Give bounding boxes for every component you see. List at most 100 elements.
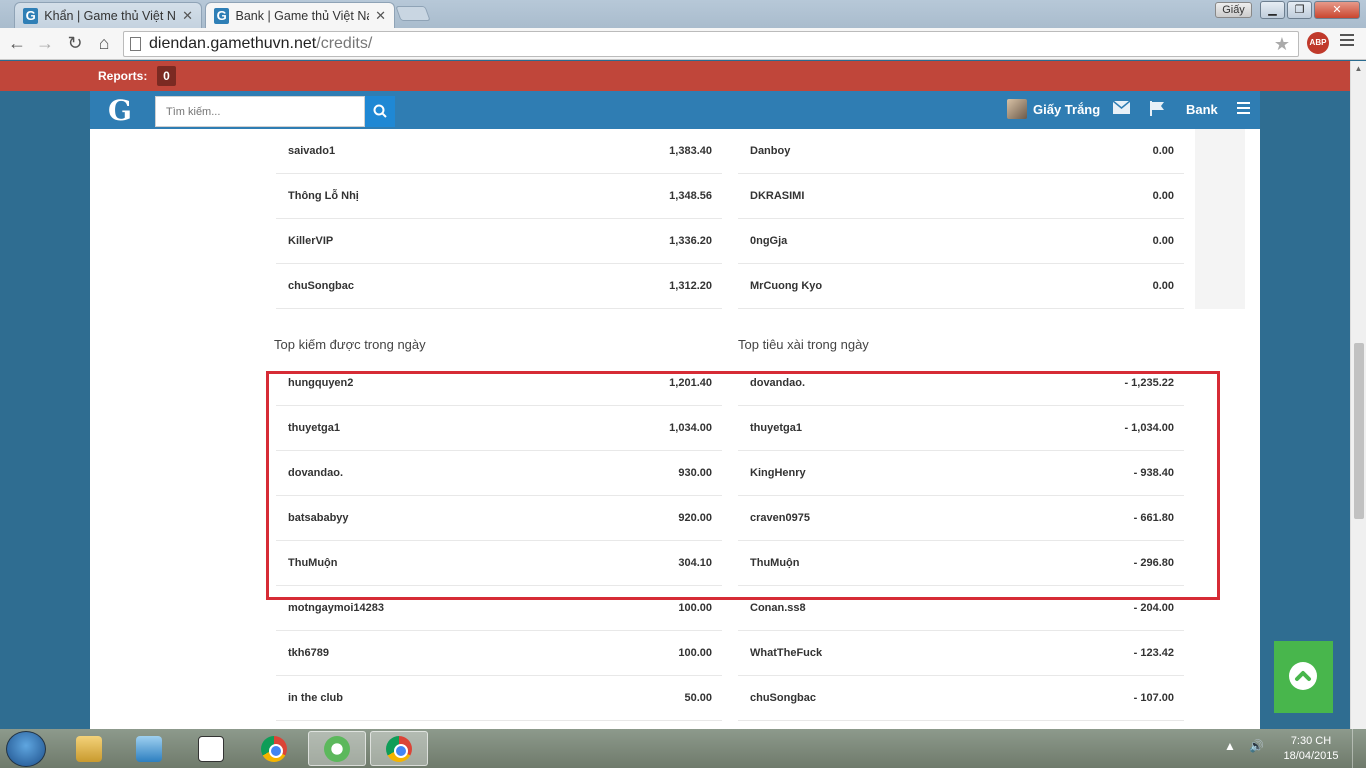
browser-toolbar: ← → ↻ ⌂ diendan.gamethuvn.net/credits/ ★…	[0, 28, 1366, 60]
media-player-icon	[136, 735, 162, 762]
top-list-left: saivado1 1,383.40 Thông Lỗ Nhị 1,348.56 Ki…	[276, 129, 722, 309]
site-logo[interactable]: G	[108, 94, 132, 127]
reload-icon[interactable]: ↻	[64, 32, 86, 54]
member-name[interactable]: 0ngGja	[750, 235, 787, 247]
browser-titlebar: G Khẩn | Game thủ Việt Nam ✕ G Bank | Ga…	[0, 0, 1366, 28]
list-item: tkh6789 100.00	[276, 631, 722, 676]
credit-value: 0.00	[1152, 280, 1174, 292]
chrome-active-taskbar-button[interactable]	[370, 731, 428, 766]
credit-value: 1,312.20	[669, 280, 712, 292]
list-item: chuSongbac - 107.00	[738, 676, 1184, 721]
member-name[interactable]: MrCuong Kyo	[750, 280, 822, 292]
home-icon[interactable]: ⌂	[93, 32, 115, 54]
section-title-spent: Top tiêu xài trong ngày	[738, 337, 869, 352]
credits-content: saivado1 1,383.40 Thông Lỗ Nhị 1,348.56 Ki…	[90, 129, 1333, 729]
credit-value: 0.00	[1152, 190, 1174, 202]
minimize-button[interactable]: ▁	[1260, 1, 1285, 19]
section-title-earned: Top kiếm được trong ngày	[274, 337, 426, 352]
cards-icon	[198, 735, 224, 762]
search-icon	[373, 104, 387, 118]
member-name[interactable]: tkh6789	[288, 647, 329, 659]
reports-bar: Reports: 0	[0, 61, 1350, 91]
credit-value: 1,348.56	[669, 190, 712, 202]
red-highlight-box	[266, 371, 1220, 600]
tray-expand-icon[interactable]: ▲	[1224, 739, 1236, 753]
page-scrollbar[interactable]: ▲	[1350, 61, 1366, 729]
solitaire-taskbar-button[interactable]	[182, 731, 240, 766]
back-arrow-icon[interactable]: ←	[6, 32, 28, 54]
explorer-taskbar-button[interactable]	[60, 731, 118, 766]
scrollbar-thumb[interactable]	[1354, 343, 1364, 519]
member-name[interactable]: in the club	[288, 692, 343, 704]
member-name[interactable]: chuSongbac	[750, 692, 816, 704]
credit-value: - 123.42	[1133, 647, 1174, 659]
bookmark-star-icon[interactable]: ★	[1274, 34, 1290, 55]
media-player-taskbar-button[interactable]	[120, 731, 178, 766]
credit-value: - 204.00	[1133, 602, 1174, 614]
member-name[interactable]: Conan.ss8	[750, 602, 806, 614]
tab-close-icon[interactable]: ✕	[182, 8, 193, 24]
member-name[interactable]: Thông Lỗ Nhị	[288, 190, 359, 202]
clock-date: 18/04/2015	[1283, 750, 1339, 762]
taskbar: ▲ 🔊 7:30 CH 18/04/2015	[0, 729, 1366, 768]
member-name[interactable]: DKRASIMI	[750, 190, 804, 202]
adblock-icon[interactable]: ABP	[1307, 32, 1329, 54]
tab-khan[interactable]: G Khẩn | Game thủ Việt Nam ✕	[14, 2, 202, 28]
forward-arrow-icon[interactable]: →	[34, 32, 56, 54]
credit-value: 100.00	[678, 602, 712, 614]
chrome-menu-icon[interactable]	[1340, 34, 1354, 49]
credit-value: 100.00	[678, 647, 712, 659]
show-desktop-button[interactable]	[1352, 729, 1366, 768]
chrome-icon	[261, 735, 287, 762]
tab-bank[interactable]: G Bank | Game thủ Việt Nam ✕	[205, 2, 395, 28]
chrome-taskbar-button[interactable]	[245, 731, 303, 766]
browser-user-chip[interactable]: Giấy	[1215, 2, 1252, 18]
coccoc-taskbar-button[interactable]	[308, 731, 366, 766]
list-item: 0ngGja 0.00	[738, 219, 1184, 264]
scroll-up-arrow-icon[interactable]: ▲	[1351, 61, 1366, 77]
site-favicon-icon: G	[23, 7, 39, 24]
list-item: in the club 50.00	[276, 676, 722, 721]
url-path: /credits/	[316, 35, 373, 52]
username: Giấy Trắng	[1033, 101, 1101, 117]
up-chevron-icon	[1289, 662, 1317, 690]
list-item: KillerVIP 1,336.20	[276, 219, 722, 264]
taskbar-clock[interactable]: 7:30 CH 18/04/2015	[1278, 734, 1344, 764]
menu-hamburger-icon[interactable]	[1237, 102, 1250, 117]
clock-time: 7:30 CH	[1290, 735, 1332, 747]
list-item: Thông Lỗ Nhị 1,348.56	[276, 174, 722, 219]
search-button[interactable]	[365, 96, 395, 127]
credit-value: 0.00	[1152, 235, 1174, 247]
url-host: diendan.gamethuvn.net	[149, 35, 317, 52]
member-name[interactable]: motngaymoi14283	[288, 602, 384, 614]
volume-icon[interactable]: 🔊	[1249, 739, 1264, 753]
reports-count-badge[interactable]: 0	[157, 66, 176, 86]
avatar	[1007, 99, 1027, 119]
member-name[interactable]: WhatTheFuck	[750, 647, 822, 659]
new-tab-button[interactable]	[395, 6, 431, 21]
chrome-icon	[386, 735, 412, 762]
top-list-right: Danboy 0.00 DKRASIMI 0.00 0ngGja 0.00 MrCuo…	[738, 129, 1184, 309]
reports-label: Reports:	[98, 69, 148, 83]
member-name[interactable]: Danboy	[750, 145, 790, 157]
credit-value: 1,336.20	[669, 235, 712, 247]
address-bar[interactable]: diendan.gamethuvn.net/credits/ ★	[123, 31, 1299, 57]
member-name[interactable]: KillerVIP	[288, 235, 333, 247]
tab-close-icon[interactable]: ✕	[375, 8, 386, 24]
close-window-button[interactable]: ✕	[1314, 1, 1360, 19]
inbox-envelope-icon[interactable]	[1113, 101, 1130, 114]
member-name[interactable]: chuSongbac	[288, 280, 354, 292]
bank-link[interactable]: Bank	[1186, 102, 1218, 117]
search-input[interactable]	[156, 97, 364, 126]
start-button[interactable]	[6, 731, 46, 767]
system-tray: ▲ 🔊	[1224, 739, 1264, 753]
alerts-flag-icon[interactable]	[1150, 101, 1166, 116]
scroll-to-top-button[interactable]	[1274, 641, 1333, 713]
list-item: saivado1 1,383.40	[276, 129, 722, 174]
member-name[interactable]: saivado1	[288, 145, 335, 157]
site-favicon-icon: G	[214, 7, 230, 24]
list-item: WhatTheFuck - 123.42	[738, 631, 1184, 676]
tab-title: Khẩn | Game thủ Việt Nam	[44, 8, 176, 23]
maximize-button[interactable]: ❐	[1287, 1, 1312, 19]
user-menu[interactable]: Giấy Trắng	[1007, 99, 1100, 119]
